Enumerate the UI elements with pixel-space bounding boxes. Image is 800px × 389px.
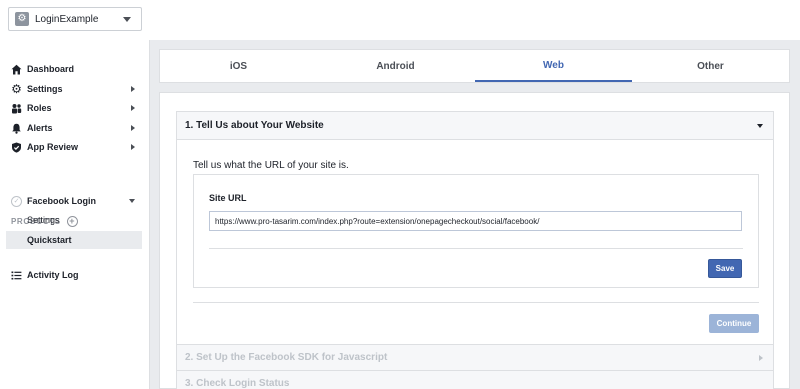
main-content: iOS Android Web Other 1. Tell Us about Y… — [150, 40, 800, 389]
step1-header[interactable]: 1. Tell Us about Your Website — [177, 112, 773, 140]
quickstart-card: 1. Tell Us about Your Website Tell us wh… — [159, 92, 790, 389]
platform-tabs: iOS Android Web Other — [159, 49, 790, 83]
site-url-panel: Site URL Save — [193, 174, 759, 288]
sidebar-item-activity-log[interactable]: Activity Log — [0, 266, 150, 284]
sidebar-item-label: Roles — [27, 103, 52, 113]
sidebar-subitem-settings[interactable]: Settings — [6, 211, 142, 229]
tab-other[interactable]: Other — [632, 50, 789, 82]
sidebar-item-label: Settings — [27, 84, 63, 94]
divider — [193, 302, 759, 303]
chevron-right-icon — [759, 355, 763, 361]
chevron-right-icon — [131, 86, 135, 92]
tab-web[interactable]: Web — [475, 50, 632, 82]
home-icon — [11, 64, 22, 75]
chevron-right-icon — [131, 144, 135, 150]
step2-title: 2. Set Up the Facebook SDK for Javascrip… — [185, 352, 388, 363]
sidebar-subitem-quickstart[interactable]: Quickstart — [6, 231, 142, 249]
step3-header[interactable]: 3. Check Login Status — [177, 370, 773, 389]
app-name: LoginExample — [35, 13, 99, 25]
sidebar-item-dashboard[interactable]: Dashboard — [0, 60, 150, 78]
sidebar-item-label: Alerts — [27, 123, 53, 133]
sidebar-item-app-review[interactable]: App Review — [0, 138, 150, 156]
top-bar: ⚙ LoginExample — [0, 0, 800, 40]
site-url-label: Site URL — [209, 193, 247, 203]
divider — [209, 248, 743, 249]
step2-header[interactable]: 2. Set Up the Facebook SDK for Javascrip… — [177, 344, 773, 370]
sidebar-item-label: Facebook Login — [27, 196, 97, 206]
sidebar-item-settings[interactable]: ⚙ Settings — [0, 80, 150, 98]
app-gear-icon: ⚙ — [15, 12, 29, 26]
tab-ios[interactable]: iOS — [160, 50, 317, 82]
roles-icon — [11, 103, 22, 114]
bell-icon — [11, 123, 22, 134]
sidebar-item-label: App Review — [27, 142, 79, 152]
tab-android[interactable]: Android — [317, 50, 474, 82]
app-selector[interactable]: ⚙ LoginExample — [8, 7, 142, 31]
chevron-right-icon — [131, 125, 135, 131]
sidebar-item-label: Dashboard — [27, 64, 75, 74]
steps-container: 1. Tell Us about Your Website Tell us wh… — [176, 111, 774, 389]
continue-button[interactable]: Continue — [709, 314, 759, 333]
chevron-right-icon — [131, 105, 135, 111]
step3-title: 3. Check Login Status — [185, 378, 290, 389]
chevron-down-icon — [123, 17, 131, 22]
gear-icon: ⚙ — [11, 82, 22, 96]
sidebar-item-label: Activity Log — [27, 270, 79, 280]
site-url-input[interactable] — [209, 211, 742, 231]
check-circle-icon: ✓ — [11, 195, 22, 207]
save-button[interactable]: Save — [708, 259, 742, 278]
sidebar-item-alerts[interactable]: Alerts — [0, 119, 150, 137]
list-icon — [11, 270, 22, 281]
sidebar-item-roles[interactable]: Roles — [0, 99, 150, 117]
chevron-down-icon — [129, 199, 135, 203]
sidebar-item-facebook-login[interactable]: ✓ Facebook Login — [0, 192, 150, 210]
step1-intro: Tell us what the URL of your site is. — [193, 160, 349, 171]
step1-title: 1. Tell Us about Your Website — [185, 120, 324, 131]
chevron-down-icon — [757, 124, 763, 128]
shield-check-icon — [11, 142, 22, 153]
sidebar: Dashboard ⚙ Settings Roles Alerts App Re… — [0, 40, 150, 389]
